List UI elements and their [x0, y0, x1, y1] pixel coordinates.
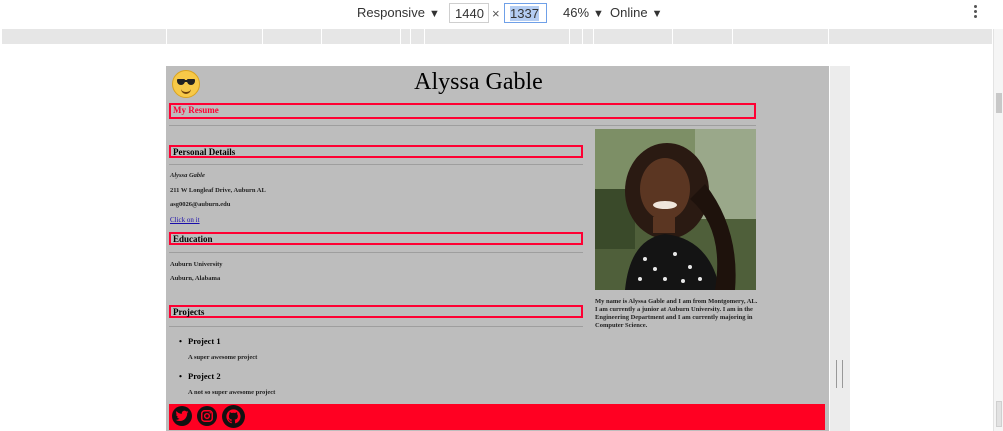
resume-page: Alyssa Gable My Resume Personal Details … — [166, 66, 829, 431]
twitter-icon[interactable] — [172, 406, 192, 426]
click-link[interactable]: Click on it — [170, 216, 200, 224]
bio-text: My name is Alyssa Gable and I am from Mo… — [595, 298, 758, 329]
resize-handle[interactable] — [836, 360, 843, 388]
project-title: Project 1 — [179, 336, 221, 346]
times-separator: × — [492, 6, 500, 21]
caret-down-icon: ▼ — [593, 8, 604, 20]
education-heading: Education — [169, 232, 583, 245]
divider — [169, 326, 583, 327]
network-select[interactable]: Online ▼ — [610, 5, 662, 20]
project-title: Project 2 — [179, 371, 221, 381]
personal-address: 211 W Longleaf Drive, Auburn AL — [170, 187, 266, 194]
github-icon[interactable] — [222, 405, 245, 428]
project-desc: A super awesome project — [188, 354, 258, 361]
projects-heading: Projects — [169, 305, 583, 318]
profile-photo — [595, 129, 756, 290]
network-label: Online — [610, 5, 648, 20]
instagram-icon[interactable] — [197, 406, 217, 426]
scrollbar-handle[interactable] — [996, 401, 1002, 427]
personal-details-heading: Personal Details — [169, 145, 583, 158]
height-input[interactable]: 1337 — [504, 3, 547, 23]
caret-down-icon: ▼ — [651, 8, 663, 20]
vertical-scrollbar[interactable] — [993, 29, 1003, 431]
page-title: Alyssa Gable — [414, 69, 543, 95]
more-options-icon[interactable] — [972, 5, 978, 21]
my-resume-heading: My Resume — [169, 103, 756, 119]
media-query-ruler[interactable] — [2, 29, 992, 44]
divider — [169, 164, 583, 165]
zoom-select[interactable]: 46% ▼ — [563, 5, 604, 20]
width-input[interactable]: 1440 — [449, 3, 489, 23]
personal-email: asg0026@auburn.edu — [170, 201, 231, 208]
device-toolbar: Responsive ▼ 1440 × 1337 46% ▼ Online ▼ — [0, 0, 1003, 28]
education-location: Auburn, Alabama — [170, 275, 221, 282]
personal-name: Alyssa Gable — [170, 172, 205, 179]
footer — [169, 404, 825, 430]
device-select[interactable]: Responsive ▼ — [357, 5, 440, 20]
scrollbar-thumb[interactable] — [996, 93, 1002, 113]
caret-down-icon: ▼ — [428, 8, 440, 20]
zoom-label: 46% — [563, 5, 590, 20]
divider — [169, 252, 583, 253]
project-desc: A not so super awesome project — [188, 389, 276, 396]
device-select-label: Responsive — [357, 5, 425, 20]
education-school: Auburn University — [170, 261, 223, 268]
height-value: 1337 — [510, 6, 539, 21]
divider — [169, 125, 756, 126]
